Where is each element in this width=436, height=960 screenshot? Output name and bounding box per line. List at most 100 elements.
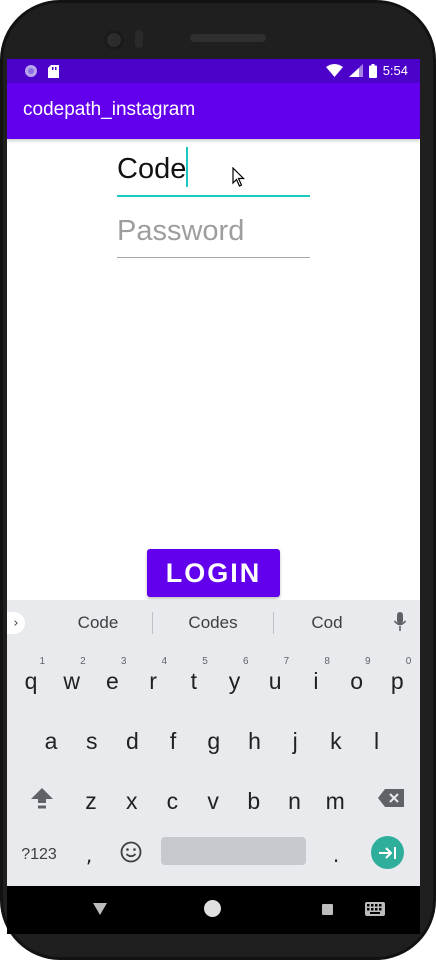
- key-l[interactable]: l: [359, 716, 395, 766]
- key-label: a: [44, 727, 58, 754]
- key-label: p: [390, 667, 404, 694]
- proximity-sensor: [135, 30, 143, 48]
- key-n[interactable]: n: [277, 776, 313, 826]
- key-s[interactable]: s: [74, 716, 110, 766]
- suggestion-3[interactable]: Cod: [272, 613, 382, 633]
- key-label: d: [125, 727, 139, 754]
- suggestion-2[interactable]: Codes: [158, 613, 268, 633]
- key-label: l: [374, 727, 380, 754]
- key-hint: 3: [120, 656, 127, 667]
- key-label: o: [350, 667, 363, 694]
- key-label: f: [169, 727, 177, 754]
- home-icon[interactable]: [204, 900, 221, 917]
- key-label: v: [207, 787, 219, 814]
- key-hint: 1: [39, 656, 45, 667]
- key-t[interactable]: t5: [176, 656, 212, 706]
- backspace-key[interactable]: [371, 778, 411, 818]
- username-field[interactable]: [117, 147, 310, 197]
- app-title: codepath_instagram: [23, 99, 196, 120]
- key-u[interactable]: u7: [257, 656, 293, 706]
- key-v[interactable]: v: [195, 776, 231, 826]
- key-hint: 6: [242, 656, 249, 667]
- username-input[interactable]: [117, 153, 310, 186]
- keyboard-switch-icon[interactable]: [365, 902, 385, 916]
- key-hint: 7: [283, 656, 290, 667]
- password-input[interactable]: [117, 215, 310, 248]
- key-k[interactable]: k: [318, 716, 354, 766]
- sd-card-icon: [48, 64, 59, 78]
- emoji-icon: [120, 841, 142, 863]
- signal-icon: [348, 64, 363, 77]
- mouse-pointer-icon: [232, 167, 245, 187]
- text-caret: [186, 147, 188, 187]
- key-j[interactable]: j: [277, 716, 313, 766]
- key-label: z: [85, 787, 97, 814]
- key-r[interactable]: r4: [135, 656, 171, 706]
- device-frame: 5:54 codepath_instagram LOGIN › Code Cod…: [0, 0, 436, 960]
- key-g[interactable]: g: [196, 716, 232, 766]
- key-h[interactable]: h: [237, 716, 273, 766]
- key-label: h: [248, 727, 261, 754]
- key-m[interactable]: m: [317, 776, 353, 826]
- login-button[interactable]: LOGIN: [147, 549, 280, 597]
- enter-key[interactable]: [371, 836, 404, 869]
- screen: 5:54 codepath_instagram LOGIN › Code Cod…: [7, 59, 420, 886]
- key-label: x: [125, 787, 138, 814]
- recents-icon[interactable]: [322, 904, 333, 915]
- battery-icon: [368, 63, 377, 78]
- key-label: e: [105, 667, 119, 694]
- key-label: i: [313, 667, 319, 694]
- key-label: m: [325, 787, 345, 814]
- key-a[interactable]: a: [33, 716, 69, 766]
- key-f[interactable]: f: [155, 716, 191, 766]
- key-x[interactable]: x: [114, 776, 150, 826]
- key-z[interactable]: z: [73, 776, 109, 826]
- key-label: t: [190, 667, 197, 694]
- key-d[interactable]: d: [114, 716, 150, 766]
- key-q[interactable]: q1: [13, 656, 49, 706]
- back-icon[interactable]: [93, 903, 107, 915]
- key-hint: 4: [161, 656, 168, 667]
- key-label: j: [292, 727, 298, 754]
- key-label: g: [207, 727, 221, 754]
- key-i[interactable]: i8: [298, 656, 334, 706]
- chevron-right-icon[interactable]: ›: [7, 612, 25, 634]
- key-hint: 9: [365, 656, 371, 667]
- key-label: s: [85, 727, 98, 754]
- key-label: c: [166, 787, 179, 814]
- suggestion-divider: [152, 612, 153, 634]
- key-b[interactable]: b: [236, 776, 272, 826]
- microphone-icon[interactable]: [393, 612, 407, 632]
- key-hint: 8: [324, 656, 330, 667]
- comma-key[interactable]: ,: [79, 840, 99, 870]
- key-e[interactable]: e3: [94, 656, 130, 706]
- emoji-key[interactable]: [117, 838, 145, 866]
- key-hint: 5: [202, 656, 208, 667]
- key-o[interactable]: o9: [339, 656, 375, 706]
- key-label: y: [228, 667, 241, 694]
- key-label: k: [330, 727, 342, 754]
- backspace-icon: [378, 789, 404, 807]
- next-arrow-icon: [378, 846, 396, 859]
- shift-key[interactable]: [22, 778, 62, 818]
- key-y[interactable]: y6: [217, 656, 253, 706]
- key-label: n: [288, 787, 301, 814]
- front-camera: [104, 30, 124, 50]
- navigation-bar: [7, 886, 420, 934]
- key-label: r: [149, 667, 157, 694]
- key-w[interactable]: w2: [54, 656, 90, 706]
- shift-icon: [31, 788, 53, 809]
- symbols-key[interactable]: ?123: [15, 840, 63, 870]
- space-key[interactable]: [161, 837, 306, 865]
- soft-keyboard: › Code Codes Cod q1w2e3r4t5y6u7i8o9p0asd…: [7, 600, 420, 886]
- suggestion-1[interactable]: Code: [43, 613, 153, 633]
- suggestion-strip: › Code Codes Cod: [7, 600, 420, 644]
- key-p[interactable]: p0: [379, 656, 415, 706]
- period-key[interactable]: .: [329, 840, 343, 870]
- media-icon: [25, 65, 37, 77]
- app-bar: codepath_instagram: [7, 83, 420, 139]
- status-right-icons: 5:54: [325, 63, 408, 78]
- key-c[interactable]: c: [154, 776, 190, 826]
- status-time: 5:54: [382, 63, 408, 78]
- password-field[interactable]: [117, 209, 310, 258]
